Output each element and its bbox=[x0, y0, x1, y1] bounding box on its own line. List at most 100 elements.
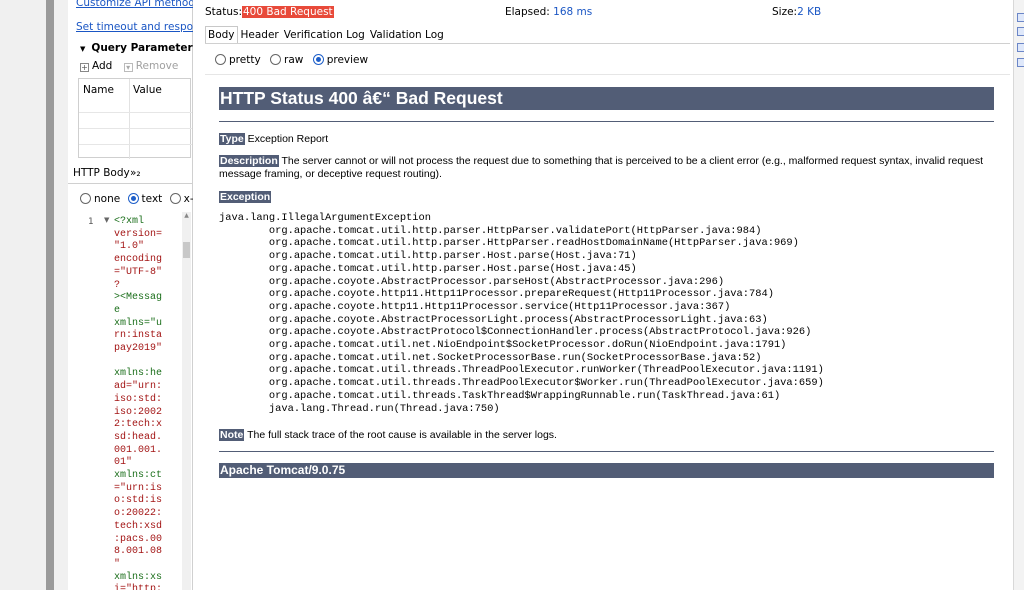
radio-circle-icon bbox=[270, 54, 282, 65]
code-line: iso:std: bbox=[114, 393, 163, 405]
query-parameters-table[interactable]: Name Value bbox=[78, 78, 192, 159]
response-panel: Status:400 Bad Request Elapsed: 168 ms S… bbox=[193, 0, 1013, 590]
radio-selected-icon bbox=[312, 54, 324, 65]
code-line: ? bbox=[114, 279, 121, 291]
tab-verification-log[interactable]: Verification Log bbox=[282, 27, 367, 43]
description-label: Description bbox=[219, 155, 279, 167]
request-panel: Customize API methods Set timeout and re… bbox=[68, 0, 212, 590]
radio-text[interactable]: text bbox=[127, 193, 163, 205]
collapse-caret-icon[interactable]: ▼ bbox=[80, 45, 85, 53]
scrollbar-thumb[interactable] bbox=[183, 242, 190, 258]
code-line: iso:2002 bbox=[114, 406, 163, 418]
right-toolbar bbox=[1013, 0, 1024, 590]
code-line: xmlns="u bbox=[114, 317, 163, 329]
code-line: 01" bbox=[114, 457, 133, 469]
code-line: 001.001. bbox=[114, 444, 163, 456]
code-line: " bbox=[114, 558, 121, 570]
radio-pretty[interactable]: pretty bbox=[215, 54, 261, 66]
note-text: The full stack trace of the root cause i… bbox=[244, 429, 557, 441]
tabs-divider bbox=[205, 43, 1010, 44]
radio-selected-icon bbox=[127, 193, 139, 204]
tab-body[interactable]: Body bbox=[205, 26, 238, 44]
code-line: o:20022: bbox=[114, 508, 163, 520]
code-line: 8.001.08 bbox=[114, 546, 163, 558]
fold-arrow-icon[interactable]: ▼ bbox=[104, 216, 109, 224]
body-type-radios: none text x-w bbox=[80, 193, 206, 205]
query-parameters-title: Query Parameters bbox=[91, 42, 199, 54]
doc-icon[interactable] bbox=[1017, 58, 1024, 67]
request-body-editor[interactable]: 1 ▼ <?xml version= "1.0" encoding ="UTF-8"? >… bbox=[78, 212, 191, 590]
status-label: Status: bbox=[205, 6, 242, 18]
code-line: xmlns:ct bbox=[114, 470, 163, 482]
html-preview[interactable]: HTTP Status 400 â€“ Bad Request Type Exc… bbox=[205, 74, 1010, 590]
app-window: Customize API methods Set timeout and re… bbox=[0, 0, 1024, 590]
size-label: Size: bbox=[772, 6, 798, 18]
description-paragraph: Description The server cannot or will no… bbox=[219, 155, 994, 180]
code-line: "1.0" bbox=[114, 241, 145, 253]
add-param-button[interactable]: + Add bbox=[80, 60, 112, 72]
editor-scrollbar[interactable]: ▲ bbox=[182, 212, 191, 590]
note-paragraph: Note The full stack trace of the root ca… bbox=[219, 429, 994, 442]
radio-raw-label: raw bbox=[284, 54, 304, 66]
doc-icon[interactable] bbox=[1017, 27, 1024, 36]
left-scrollbar[interactable] bbox=[46, 0, 54, 590]
scroll-up-icon[interactable]: ▲ bbox=[182, 212, 191, 222]
query-parameters-header[interactable]: ▼ Query Parameters bbox=[80, 42, 199, 54]
code-line: e bbox=[114, 304, 121, 316]
radio-preview[interactable]: preview bbox=[312, 54, 368, 66]
code-line: 2:tech:x bbox=[114, 419, 163, 431]
remove-param-button[interactable]: ▾ Remove bbox=[123, 60, 178, 72]
status-badge: 400 Bad Request bbox=[242, 6, 334, 18]
code-line: tech:xsd bbox=[114, 520, 163, 532]
tab-overflow-chevron[interactable]: »₂ bbox=[130, 167, 141, 179]
row-divider bbox=[79, 144, 192, 145]
size-field: Size:2 KB bbox=[772, 6, 821, 18]
tab-http-body[interactable]: HTTP Body bbox=[73, 167, 130, 179]
response-tabs: Body Header Verification Log Validation Log bbox=[205, 26, 447, 44]
server-version-footer: Apache Tomcat/9.0.75 bbox=[219, 463, 994, 478]
trash-icon: ▾ bbox=[123, 63, 133, 72]
type-paragraph: Type Exception Report bbox=[219, 133, 994, 146]
row-divider bbox=[79, 128, 192, 129]
set-timeout-link[interactable]: Set timeout and response bbox=[76, 21, 212, 33]
left-gutter bbox=[0, 0, 46, 590]
row-divider bbox=[79, 112, 192, 113]
doc-icon[interactable] bbox=[1017, 43, 1024, 52]
elapsed-field: Elapsed: 168 ms bbox=[505, 6, 592, 18]
size-value: 2 KB bbox=[797, 6, 822, 18]
code-line: i="http: bbox=[114, 584, 163, 590]
add-label: Add bbox=[92, 60, 113, 72]
code-line: encoding bbox=[114, 254, 163, 266]
left-padding bbox=[54, 0, 68, 590]
line-number: 1 bbox=[88, 217, 94, 227]
customize-api-methods-link[interactable]: Customize API methods bbox=[76, 0, 200, 9]
plus-icon: + bbox=[80, 63, 89, 72]
code-line: xmlns:he bbox=[114, 368, 163, 380]
radio-raw[interactable]: raw bbox=[270, 54, 303, 66]
horizontal-rule bbox=[219, 121, 994, 122]
exception-label: Exception bbox=[219, 191, 272, 203]
code-line: ><Messag bbox=[114, 292, 163, 304]
horizontal-rule bbox=[219, 451, 994, 452]
tab-header[interactable]: Header bbox=[239, 27, 281, 43]
elapsed-label: Elapsed: bbox=[505, 6, 550, 18]
code-text[interactable]: <?xml version= "1.0" encoding ="UTF-8"? ><Mes… bbox=[114, 216, 176, 590]
radio-none[interactable]: none bbox=[80, 193, 120, 205]
description-text: The server cannot or will not process th… bbox=[219, 155, 984, 180]
code-line: version= bbox=[114, 228, 163, 240]
status-field: Status:400 Bad Request bbox=[205, 6, 334, 18]
view-mode-radios: pretty raw preview bbox=[215, 54, 374, 66]
query-parameters-toolbar: + Add ▾ Remove bbox=[80, 60, 186, 72]
tab-validation-log[interactable]: Validation Log bbox=[368, 27, 446, 43]
column-header-value[interactable]: Value bbox=[133, 84, 162, 96]
note-label: Note bbox=[219, 429, 245, 441]
radio-text-label: text bbox=[141, 193, 163, 205]
body-tabs: HTTP Body »₂ bbox=[68, 162, 193, 184]
code-line: ad="urn: bbox=[114, 381, 163, 393]
column-header-name[interactable]: Name bbox=[83, 84, 114, 96]
code-line: o:std:is bbox=[114, 495, 163, 507]
doc-icon[interactable] bbox=[1017, 13, 1024, 22]
radio-circle-icon bbox=[169, 193, 181, 204]
status-bar: Status:400 Bad Request Elapsed: 168 ms S… bbox=[205, 6, 1005, 22]
code-line: ="UTF-8" bbox=[114, 266, 163, 278]
